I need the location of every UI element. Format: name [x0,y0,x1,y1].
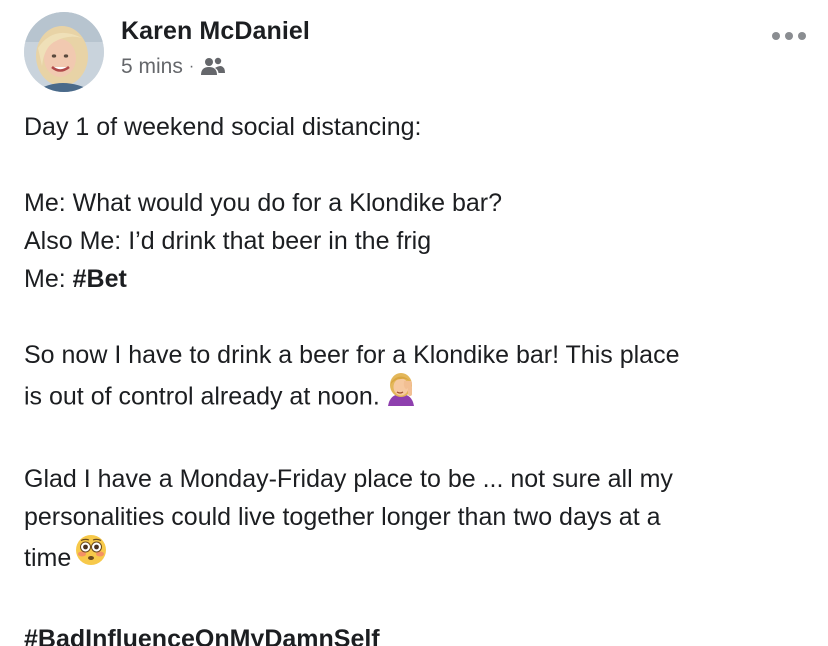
author-name[interactable]: Karen McDaniel [121,17,310,46]
avatar-photo [24,12,104,92]
meta-separator: · [188,58,195,75]
more-dot [798,32,806,40]
post-line: Me: What would you do for a Klondike bar… [24,189,503,217]
more-dot [785,32,793,40]
post-time[interactable]: 5 mins [121,55,183,79]
post-line: personalities could live together longer… [24,503,661,531]
hashtag-badinfluence[interactable]: #BadInfluenceOnMyDamnSelf [24,620,804,646]
post-line: Day 1 of weekend social distancing: [24,113,422,141]
post-line-prefix: Me: [24,265,73,293]
post-meta: 5 mins · [121,55,226,79]
post-card: Karen McDaniel 5 mins · Day 1 of weekend… [0,0,828,646]
post-line: Me: #Bet [24,260,804,298]
post-text: Day 1 of weekend social distancing: Me: … [24,108,804,646]
woman-facepalming-emoji [384,372,418,420]
post-line: Glad I have a Monday-Friday place to be … [24,465,673,493]
post-line: Also Me: I’d drink that beer in the frig [24,227,432,255]
post-line-text: time [24,544,72,572]
flushed-face-emoji [75,534,107,580]
more-options-icon[interactable] [772,26,806,46]
post-line: is out of control already at noon. [24,372,804,422]
friends-icon[interactable] [200,57,226,77]
post-line-text: is out of control already at noon. [24,382,380,411]
post-line: time [24,534,804,582]
hashtag-bet[interactable]: #Bet [73,265,127,293]
more-dot [772,32,780,40]
post-line: So now I have to drink a beer for a Klon… [24,341,680,369]
avatar[interactable] [24,12,104,92]
